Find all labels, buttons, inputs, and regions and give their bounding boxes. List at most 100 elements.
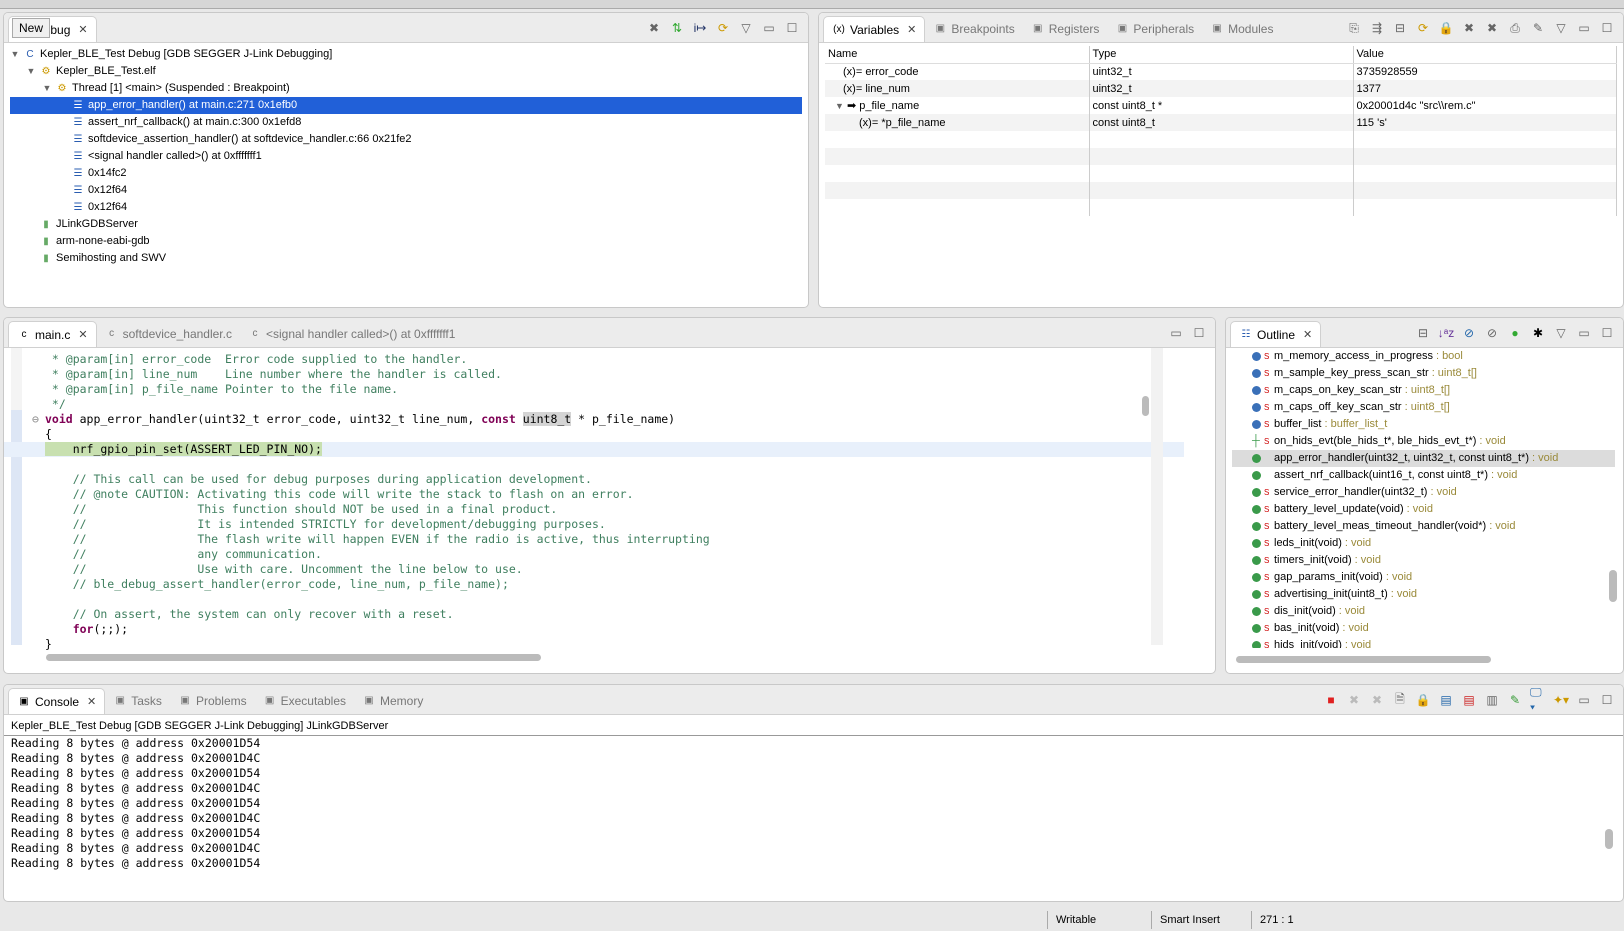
outline-item[interactable]: assert_nrf_callback(uint16_t, const uint… [1232,467,1615,484]
maximize-icon[interactable]: ☐ [1599,692,1615,708]
show-type-names-icon[interactable]: ⎘ [1346,20,1362,36]
tab-modules[interactable]: ▣ Modules [1202,16,1281,42]
refresh-icon[interactable]: ⟳ [715,20,731,36]
tab-outline[interactable]: ☷ Outline ✕ [1230,321,1322,347]
remove-all-terminated-icon[interactable]: ✖ [1369,692,1385,708]
horizontal-scrollbar[interactable] [1236,656,1491,663]
expand-twisty-icon[interactable]: ▼ [835,101,844,111]
outline-item[interactable]: Shids_init(void) : void [1232,637,1615,648]
hide-macros-icon[interactable]: ✱ [1530,325,1546,341]
tab-executables[interactable]: ▣ Executables [255,688,354,714]
remove-all-icon[interactable]: ✖ [1484,20,1500,36]
vertical-scrollbar[interactable] [1609,570,1617,602]
vertical-scrollbar[interactable] [1142,396,1149,416]
outline-item[interactable]: Sdis_init(void) : void [1232,603,1615,620]
maximize-icon[interactable]: ☐ [784,20,800,36]
tab-peripherals[interactable]: ▣ Peripherals [1107,16,1202,42]
maximize-icon[interactable]: ☐ [1191,325,1207,341]
connect-icon[interactable]: ⇅ [669,20,685,36]
tree-item[interactable]: ▼ ⚙ Kepler_BLE_Test.elf [10,63,802,80]
outline-item[interactable]: Sm_caps_off_key_scan_str : uint8_t[] [1232,399,1615,416]
open-console-icon[interactable]: ✦▾ [1553,692,1569,708]
outline-item[interactable]: Sm_memory_access_in_progress : bool [1232,348,1615,365]
new-view-icon[interactable]: ⎙ [1507,20,1523,36]
lock-icon[interactable]: 🔒 [1438,20,1454,36]
hide-non-public-icon[interactable]: ● [1507,325,1523,341]
tab-problems[interactable]: ▣ Problems [170,688,255,714]
outline-item[interactable]: Sleds_init(void) : void [1232,535,1615,552]
minimize-icon[interactable]: ▭ [1576,325,1592,341]
minimize-icon[interactable]: ▭ [761,20,777,36]
hide-static-icon[interactable]: ⊘ [1484,325,1500,341]
tree-item[interactable]: ▮ JLinkGDBServer [10,216,802,233]
show-on-stdout-icon[interactable]: ▤ [1438,692,1454,708]
variable-row[interactable]: (x)= error_code uint32_t 3735928559 [825,63,1617,80]
minimize-icon[interactable]: ▭ [1168,325,1184,341]
tree-item[interactable]: ☰ 0x12f64 [10,182,802,199]
vertical-scrollbar[interactable] [1605,829,1613,849]
close-icon[interactable]: ✕ [78,328,87,341]
view-menu-icon[interactable]: ▽ [738,20,754,36]
tab-registers[interactable]: ▣ Registers [1023,16,1108,42]
outline-item[interactable]: Sgap_params_init(void) : void [1232,569,1615,586]
tab-breakpoints[interactable]: ▣ Breakpoints [925,16,1022,42]
show-on-stderr-icon[interactable]: ▤ [1461,692,1477,708]
pin-icon[interactable]: ✎ [1530,20,1546,36]
instruction-stepping-icon[interactable]: i↦ [692,20,708,36]
expand-twisty-icon[interactable]: ▼ [10,46,20,63]
view-menu-icon[interactable]: ▽ [1553,20,1569,36]
variable-value[interactable]: 0x20001d4c "src\\rem.c" [1353,97,1617,114]
column-header-type[interactable]: Type [1089,46,1354,64]
close-icon[interactable]: ✕ [78,23,87,36]
variable-value[interactable]: 3735928559 [1353,63,1617,80]
variable-row[interactable]: (x)= *p_file_name const uint8_t 115 's' [825,114,1617,131]
clear-console-icon[interactable]: 🗎 [1392,692,1408,708]
expand-twisty-icon[interactable]: ▼ [26,63,36,80]
column-header-value[interactable]: Value [1353,46,1617,64]
outline-item[interactable]: Sbattery_level_meas_timeout_handler(void… [1232,518,1615,535]
tree-item[interactable]: ▮ arm-none-eabi-gdb [10,233,802,250]
collapse-all-icon[interactable]: ⊟ [1392,20,1408,36]
code-editor[interactable]: * @param[in] error_code Error code suppl… [4,352,1184,652]
outline-item[interactable]: Sm_caps_on_key_scan_str : uint8_t[] [1232,382,1615,399]
outline-item[interactable]: Sbuffer_list : buffer_list_t [1232,416,1615,433]
display-selected-console-icon[interactable]: 🖵▾ [1530,685,1546,714]
horizontal-scrollbar[interactable] [46,654,541,661]
close-icon[interactable]: ✕ [907,23,916,36]
outline-item[interactable]: ┼ Son_hids_evt(ble_hids_t*, ble_hids_evt_… [1232,433,1615,450]
sort-icon[interactable]: ↓ᵃz [1438,325,1454,341]
tree-item[interactable]: ☰ 0x14fc2 [10,165,802,182]
pin-console-icon[interactable]: ▥ [1484,692,1500,708]
outline-item[interactable]: Stimers_init(void) : void [1232,552,1615,569]
hide-fields-icon[interactable]: ⊘ [1461,325,1477,341]
console-output[interactable]: Reading 8 bytes @ address 0x20001D54 Read… [4,736,1623,876]
tab-signal-handler-called-at-0xfffffff1[interactable]: c <signal handler called>() at 0xfffffff1 [240,321,463,347]
expand-twisty-icon[interactable]: ▼ [42,80,52,97]
maximize-icon[interactable]: ☐ [1599,325,1615,341]
scroll-lock-icon[interactable]: 🔒 [1415,692,1431,708]
refresh-icon[interactable]: ⟳ [1415,20,1431,36]
outline-item[interactable]: Sbattery_level_update(void) : void [1232,501,1615,518]
remove-launch-icon[interactable]: ✖ [1346,692,1362,708]
column-header-name[interactable]: Name [825,46,1090,64]
close-icon[interactable]: ✕ [87,695,96,708]
tree-item[interactable]: ▼ C Kepler_BLE_Test Debug [GDB SEGGER J-Li… [10,46,802,63]
tree-item[interactable]: ☰ assert_nrf_callback() at main.c:300 0x1… [10,114,802,131]
outline-item[interactable]: app_error_handler(uint32_t, uint32_t, co… [1232,450,1615,467]
tab-tasks[interactable]: ▣ Tasks [105,688,170,714]
tab-main-c[interactable]: c main.c ✕ [8,321,97,347]
terminate-icon[interactable]: ■ [1323,692,1339,708]
variable-value[interactable]: 115 's' [1353,114,1617,131]
new-console-view-icon[interactable]: ✎ [1507,692,1523,708]
variable-row[interactable]: (x)= line_num uint32_t 1377 [825,80,1617,97]
show-logical-structure-icon[interactable]: ⇶ [1369,20,1385,36]
outline-item[interactable]: Sm_sample_key_press_scan_str : uint8_t[] [1232,365,1615,382]
outline-item[interactable]: Sadvertising_init(uint8_t) : void [1232,586,1615,603]
tree-item[interactable]: ☰ 0x12f64 [10,199,802,216]
collapse-all-icon[interactable]: ⊟ [1415,325,1431,341]
close-icon[interactable]: ✕ [1303,328,1312,341]
tab-variables[interactable]: (x) Variables ✕ [823,16,926,42]
minimize-icon[interactable]: ▭ [1576,692,1592,708]
tree-item[interactable]: ☰ softdevice_assertion_handler() at softd… [10,131,802,148]
variable-row[interactable]: ▼ ➡ p_file_name const uint8_t * 0x20001d4c… [825,97,1617,114]
